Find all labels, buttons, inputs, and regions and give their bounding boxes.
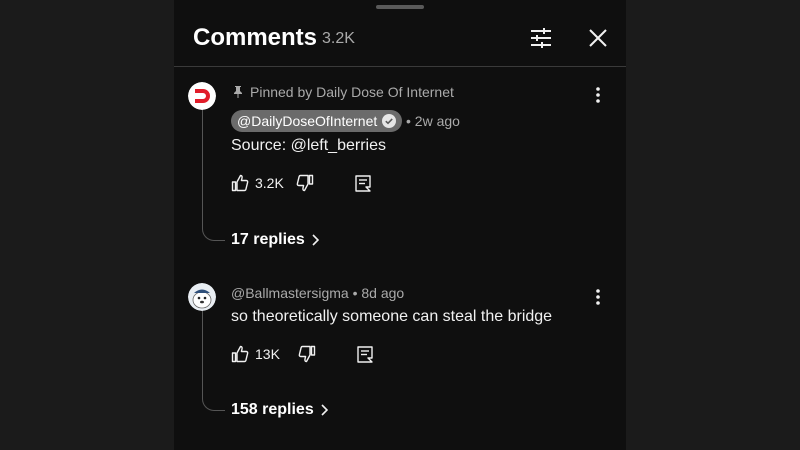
- comment-actions: 13K: [231, 345, 374, 363]
- comment-menu-button[interactable]: [588, 85, 608, 105]
- close-button[interactable]: [584, 24, 612, 52]
- reply-comment-icon: [357, 346, 373, 363]
- comment-text: so theoretically someone can steal the b…: [231, 308, 553, 325]
- pinned-label: Pinned by Daily Dose Of Internet: [250, 84, 454, 100]
- more-vert-icon: [596, 87, 600, 103]
- chevron-right-icon: [312, 234, 319, 246]
- like-count: 3.2K: [255, 175, 284, 191]
- cartoon-seal-avatar-icon: [188, 283, 216, 311]
- comment-menu-button[interactable]: [588, 287, 608, 307]
- chevron-right-icon: [321, 404, 328, 416]
- avatar[interactable]: [188, 283, 216, 311]
- reply-button[interactable]: [354, 174, 372, 192]
- thumbs-down-icon: [296, 174, 314, 192]
- like-count: 13K: [255, 346, 280, 362]
- thread-connector: [202, 310, 225, 411]
- pin-icon: [234, 86, 242, 98]
- reply-comment-icon: [355, 175, 371, 192]
- thumbs-up-icon: [231, 174, 249, 192]
- replies-count: 158 replies: [231, 401, 314, 418]
- view-replies-button[interactable]: 17 replies: [231, 231, 319, 249]
- close-icon: [589, 29, 607, 47]
- replies-count: 17 replies: [231, 231, 305, 248]
- thumbs-down-icon: [298, 345, 316, 363]
- thread-connector: [202, 108, 225, 241]
- more-vert-icon: [596, 289, 600, 305]
- comment-timestamp: • 8d ago: [352, 285, 405, 301]
- verified-check-icon: [382, 114, 397, 128]
- filter-sort-button[interactable]: [527, 24, 555, 52]
- like-button[interactable]: 3.2K: [231, 174, 284, 192]
- red-d-logo-icon: [188, 82, 216, 110]
- header-divider: [174, 66, 626, 67]
- author-handle[interactable]: @Ballmastersigma: [231, 285, 349, 301]
- avatar[interactable]: [188, 82, 216, 110]
- reply-button[interactable]: [356, 345, 374, 363]
- like-button[interactable]: 13K: [231, 345, 280, 363]
- sliders-icon: [531, 28, 551, 48]
- comment-header: @Ballmastersigma • 8d ago: [231, 285, 404, 301]
- comments-title: Comments: [193, 24, 318, 51]
- dislike-button[interactable]: [296, 174, 314, 192]
- thumbs-up-icon: [231, 345, 249, 363]
- dislike-button[interactable]: [298, 345, 316, 363]
- comments-panel: [174, 0, 626, 450]
- comment-actions: 3.2K: [231, 174, 372, 192]
- view-replies-button[interactable]: 158 replies: [231, 401, 328, 419]
- drag-handle[interactable]: [376, 5, 424, 9]
- author-chip[interactable]: @DailyDoseOfInternet: [231, 110, 403, 132]
- comments-count: 3.2K: [322, 30, 355, 47]
- pinned-indicator: Pinned by Daily Dose Of Internet: [232, 84, 454, 100]
- comment-text: Source: @left_berries: [231, 137, 386, 154]
- author-handle: @DailyDoseOfInternet: [237, 113, 378, 129]
- comment-timestamp: • 2w ago: [406, 113, 460, 129]
